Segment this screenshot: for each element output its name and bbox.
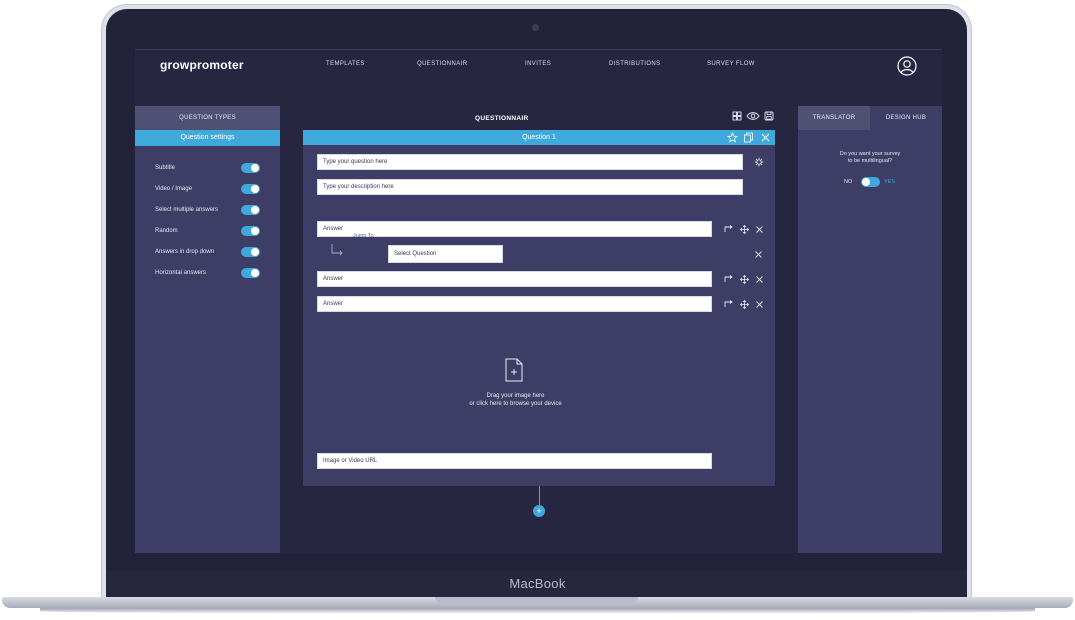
question-input[interactable]: Type your question here (317, 154, 743, 170)
setting-label: Video / Image (155, 186, 192, 192)
user-account-icon[interactable] (897, 56, 917, 76)
device-label: MacBook (509, 576, 566, 591)
nav-distributions[interactable]: DISTRIBUTIONS (609, 61, 661, 67)
save-icon[interactable] (764, 111, 774, 121)
move-icon[interactable] (740, 225, 749, 234)
nav-invites[interactable]: INVITES (525, 61, 551, 67)
delete-icon[interactable] (755, 225, 764, 234)
branch-arrow-icon (331, 244, 343, 256)
move-icon[interactable] (740, 275, 749, 284)
translator-panel: TRANSLATOR DESIGN HUB Do you want your s… (798, 106, 942, 553)
remove-jump-icon[interactable] (754, 250, 763, 259)
grid-view-icon[interactable] (732, 111, 742, 121)
laptop-frame: MacBook growpromoter TEMPLATES QUESTIONN… (0, 0, 1075, 620)
jump-logic-icon[interactable] (724, 225, 734, 234)
question-card-title: Question 1 (522, 134, 556, 141)
setting-label: Subtitle (155, 165, 176, 171)
video-image-toggle[interactable] (241, 184, 260, 194)
setting-random: Random (155, 226, 260, 238)
tab-question-types[interactable]: QUESTION TYPES (135, 106, 280, 130)
header-toolbar (732, 111, 776, 123)
delete-icon[interactable] (755, 275, 764, 284)
card-actions (727, 132, 771, 143)
delete-icon[interactable] (755, 300, 764, 309)
description-input[interactable]: Type your description here (317, 179, 743, 195)
nav-survey-flow[interactable]: SURVEY FLOW (707, 61, 755, 67)
laptop-shadow (40, 608, 1035, 614)
jump-to-label: Jump To (353, 233, 374, 239)
setting-label: Random (155, 228, 178, 234)
tab-question-settings[interactable]: Question settings (135, 130, 280, 146)
setting-horizontal-answers: Horizontal answers (155, 268, 260, 280)
drop-zone-text: Drag your image here or click here to br… (303, 392, 728, 408)
answer-input-2[interactable]: Answer (317, 271, 712, 287)
close-icon[interactable] (760, 132, 771, 143)
app-screen: growpromoter TEMPLATES QUESTIONNAIR INVI… (135, 49, 942, 553)
duplicate-icon[interactable] (743, 132, 754, 143)
multiple-answers-toggle[interactable] (241, 205, 260, 215)
multilingual-no-label: NO (844, 179, 853, 185)
gear-icon[interactable] (754, 157, 764, 167)
setting-label: Select multiple answers (155, 207, 219, 213)
multilingual-line-1: Do you want your survey (839, 151, 901, 157)
laptop-base-notch (435, 597, 638, 603)
tab-translator[interactable]: TRANSLATOR (798, 106, 870, 130)
flow-connector (539, 486, 540, 505)
drop-zone-line-1: Drag your image here (486, 393, 545, 399)
answer-input-1[interactable]: Answer (317, 221, 712, 237)
multilingual-question: Do you want your survey to be multilingu… (798, 151, 942, 165)
question-card-header: Question 1 (303, 130, 775, 145)
setting-multiple-answers: Select multiple answers (155, 205, 260, 217)
subtitle-toggle[interactable] (241, 163, 260, 173)
tab-design-hub[interactable]: DESIGN HUB (870, 106, 942, 130)
nav-templates[interactable]: TEMPLATES (326, 61, 365, 67)
nav-questionnair[interactable]: QUESTIONNAIR (417, 61, 467, 67)
media-url-input[interactable]: Image or Video URL (317, 453, 712, 469)
horizontal-answers-toggle[interactable] (241, 268, 260, 278)
multilingual-line-2: to be multilingual? (847, 158, 893, 164)
multilingual-yes-label: YES (884, 179, 896, 185)
preview-eye-icon[interactable] (746, 111, 760, 121)
camera-icon (532, 24, 539, 31)
jump-logic-icon[interactable] (724, 300, 734, 309)
star-icon[interactable] (727, 132, 738, 143)
setting-drop-down: Answers in drop down (155, 247, 260, 259)
answer-actions (724, 225, 768, 235)
setting-label: Answers in drop down (155, 249, 215, 255)
question-settings-panel: QUESTION TYPES Question settings Subtitl… (135, 106, 280, 553)
question-card: Question 1 Type your question here Type … (303, 130, 775, 486)
setting-label: Horizontal answers (155, 270, 207, 276)
multilingual-toggle[interactable] (861, 177, 880, 187)
app-logo[interactable]: growpromoter (160, 58, 244, 72)
add-file-icon (505, 358, 523, 382)
random-toggle[interactable] (241, 226, 260, 236)
page-title: QUESTIONNAIR (475, 115, 529, 122)
add-question-button[interactable]: + (533, 505, 545, 517)
drop-down-toggle[interactable] (241, 247, 260, 257)
drop-zone-line-2: or click here to browse your device (469, 401, 562, 407)
move-icon[interactable] (740, 300, 749, 309)
jump-logic-icon[interactable] (724, 275, 734, 284)
select-question-dropdown[interactable]: Select Question (388, 245, 503, 263)
setting-subtitle: Subtitle (155, 163, 260, 175)
top-nav-bar: growpromoter TEMPLATES QUESTIONNAIR INVI… (135, 49, 942, 81)
answer-actions (724, 275, 768, 285)
setting-video-image: Video / Image (155, 184, 260, 196)
answer-actions (724, 300, 768, 310)
